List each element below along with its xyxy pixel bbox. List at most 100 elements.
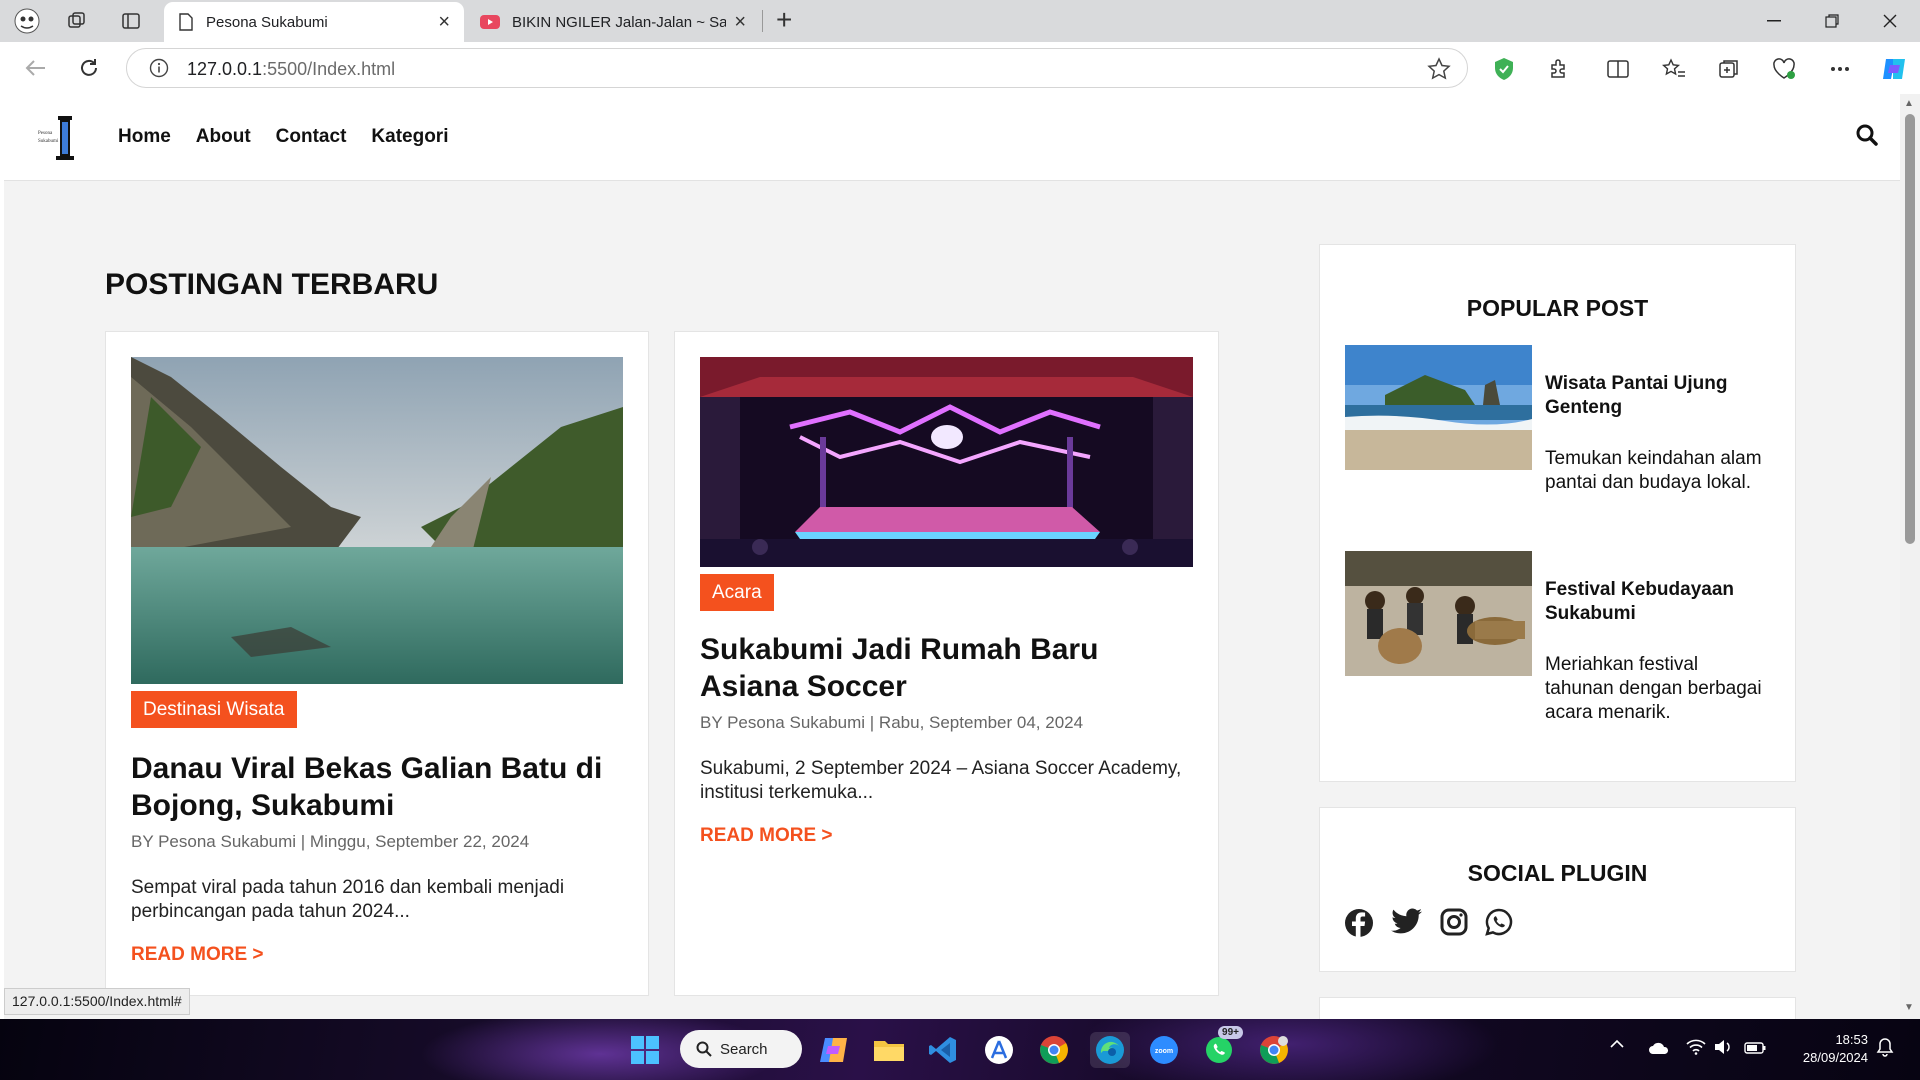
zoom-icon[interactable]: zoom: [1146, 1032, 1182, 1068]
popular-post-widget: POPULAR POST Wisata Pantai Ujung Genteng…: [1319, 244, 1796, 782]
instagram-icon[interactable]: [1440, 908, 1468, 938]
wifi-icon[interactable]: [1686, 1039, 1706, 1055]
more-menu-icon[interactable]: [1826, 55, 1854, 83]
popular-post-desc: Meriahkan festival tahunan dengan berbag…: [1545, 654, 1762, 723]
popular-post-item[interactable]: Festival Kebudayaan Sukabumi Meriahkan f…: [1345, 551, 1765, 723]
social-icons: [1344, 908, 1513, 938]
post-excerpt: Sempat viral pada tahun 2016 dan kembali…: [131, 877, 565, 922]
favorite-star-icon[interactable]: [1427, 57, 1451, 81]
app-store-icon[interactable]: [981, 1032, 1017, 1068]
tab-divider: [762, 10, 763, 32]
workspaces-icon[interactable]: [62, 7, 92, 35]
nav-home[interactable]: Home: [118, 126, 171, 148]
taskbar-clock[interactable]: 18:53 28/09/2024: [1803, 1031, 1868, 1067]
whatsapp-taskbar-icon[interactable]: 99+: [1201, 1026, 1243, 1068]
post-image-lake[interactable]: [131, 357, 623, 684]
scroll-down-arrow-icon[interactable]: ▼: [1904, 1002, 1914, 1013]
browser-essentials-icon[interactable]: [1770, 55, 1798, 83]
tab-title: BIKIN NGILER Jalan-Jalan ~ Satu Ha: [512, 13, 727, 31]
tab-youtube-video[interactable]: BIKIN NGILER Jalan-Jalan ~ Satu Ha ×: [468, 2, 758, 42]
extensions-puzzle-icon[interactable]: [1545, 55, 1573, 83]
battery-icon[interactable]: [1744, 1042, 1766, 1054]
popular-post-thumbnail[interactable]: [1345, 345, 1532, 470]
svg-text:Pesona: Pesona: [38, 131, 53, 136]
twitter-icon[interactable]: [1391, 908, 1423, 938]
youtube-icon: [480, 15, 500, 29]
copilot-icon[interactable]: [1880, 55, 1908, 83]
windows-taskbar: Search zoom 99+ 18:53 28/09/2024: [0, 1019, 1920, 1080]
notifications-bell-icon[interactable]: [1876, 1037, 1894, 1057]
taskbar-search[interactable]: Search: [680, 1030, 802, 1068]
page-icon: [179, 13, 193, 31]
social-plugin-widget: SOCIAL PLUGIN: [1319, 807, 1796, 972]
post-card: Acara Sukabumi Jadi Rumah Baru Asiana So…: [674, 331, 1219, 996]
popular-post-title[interactable]: Wisata Pantai Ujung Genteng: [1545, 372, 1765, 420]
post-image-event-hall[interactable]: [700, 357, 1193, 567]
popular-post-item[interactable]: Wisata Pantai Ujung Genteng Temukan kein…: [1345, 345, 1765, 493]
new-tab-button[interactable]: +: [776, 6, 792, 34]
url-text: 127.0.0.1:5500/Index.html: [187, 59, 396, 79]
vscode-icon[interactable]: [925, 1032, 961, 1068]
svg-text:zoom: zoom: [1155, 1048, 1173, 1055]
whatsapp-icon[interactable]: [1485, 908, 1513, 938]
nav-kategori[interactable]: Kategori: [371, 126, 448, 148]
page-viewport: Pesona Sukabumi Home About Contact Kateg…: [4, 94, 1900, 1019]
edge-icon[interactable]: [1090, 1032, 1130, 1068]
facebook-icon[interactable]: [1344, 908, 1374, 938]
site-info-icon[interactable]: [149, 58, 169, 78]
link-status-bubble: 127.0.0.1:5500/Index.html#: [4, 988, 190, 1015]
section-title: POSTINGAN TERBARU: [105, 268, 439, 301]
site-logo[interactable]: Pesona Sukabumi: [34, 112, 86, 162]
nav-about[interactable]: About: [196, 126, 251, 148]
address-toolbar: 127.0.0.1:5500/Index.html: [0, 42, 1920, 94]
post-excerpt: Sukabumi, 2 September 2024 – Asiana Socc…: [700, 758, 1182, 803]
read-more-link[interactable]: READ MORE >: [131, 944, 264, 966]
chrome-profile-icon[interactable]: [1256, 1032, 1292, 1068]
reload-button[interactable]: [76, 55, 102, 81]
category-badge[interactable]: Acara: [700, 574, 774, 611]
chrome-icon[interactable]: [1036, 1032, 1072, 1068]
copilot-taskbar-icon[interactable]: [816, 1032, 852, 1068]
scrollbar-thumb[interactable]: [1905, 114, 1915, 544]
clock-time: 18:53: [1835, 1032, 1868, 1047]
post-title[interactable]: Danau Viral Bekas Galian Batu di Bojong,…: [131, 750, 621, 824]
restore-button[interactable]: [1804, 0, 1860, 42]
collections-icon[interactable]: [1715, 55, 1743, 83]
file-explorer-icon[interactable]: [871, 1032, 907, 1068]
tab-pesona-sukabumi[interactable]: Pesona Sukabumi ×: [164, 2, 464, 42]
taskbar-search-label: Search: [720, 1040, 768, 1058]
adguard-shield-icon[interactable]: [1490, 55, 1518, 83]
close-window-button[interactable]: [1862, 0, 1918, 42]
close-tab-icon[interactable]: ×: [734, 12, 746, 32]
popular-post-desc: Temukan keindahan alam pantai dan budaya…: [1545, 448, 1762, 493]
address-bar[interactable]: 127.0.0.1:5500/Index.html: [126, 48, 1468, 88]
svg-text:Sukabumi: Sukabumi: [38, 139, 59, 144]
popular-post-thumbnail[interactable]: [1345, 551, 1532, 676]
show-hidden-icons-chevron-icon[interactable]: [1610, 1039, 1624, 1049]
profile-avatar-icon[interactable]: [12, 7, 42, 35]
popular-post-title[interactable]: Festival Kebudayaan Sukabumi: [1545, 578, 1765, 626]
post-meta: BY Pesona Sukabumi | Minggu, September 2…: [131, 832, 530, 851]
volume-icon[interactable]: [1714, 1039, 1732, 1055]
close-tab-icon[interactable]: ×: [438, 12, 450, 32]
site-header: Pesona Sukabumi Home About Contact Kateg…: [4, 94, 1900, 181]
widget-title: SOCIAL PLUGIN: [1467, 860, 1648, 886]
back-button[interactable]: [22, 55, 48, 81]
favorites-icon[interactable]: [1660, 55, 1688, 83]
post-card: Destinasi Wisata Danau Viral Bekas Galia…: [105, 331, 649, 996]
tab-actions-icon[interactable]: [116, 7, 146, 35]
windows-start-icon[interactable]: [627, 1032, 663, 1068]
notification-badge: 99+: [1218, 1026, 1243, 1039]
scroll-up-arrow-icon[interactable]: ▲: [1904, 98, 1914, 109]
nav-contact[interactable]: Contact: [276, 126, 347, 148]
post-title[interactable]: Sukabumi Jadi Rumah Baru Asiana Soccer: [700, 631, 1190, 705]
category-badge[interactable]: Destinasi Wisata: [131, 691, 297, 728]
page-scrollbar[interactable]: ▲ ▼: [1900, 94, 1920, 1019]
clock-date: 28/09/2024: [1802, 1050, 1868, 1065]
split-screen-icon[interactable]: [1604, 55, 1632, 83]
read-more-link[interactable]: READ MORE >: [700, 825, 833, 847]
onedrive-cloud-icon[interactable]: [1648, 1041, 1670, 1055]
main-nav: Home About Contact Kategori: [118, 126, 448, 148]
search-icon[interactable]: [1856, 124, 1878, 146]
minimize-button[interactable]: [1746, 0, 1802, 42]
